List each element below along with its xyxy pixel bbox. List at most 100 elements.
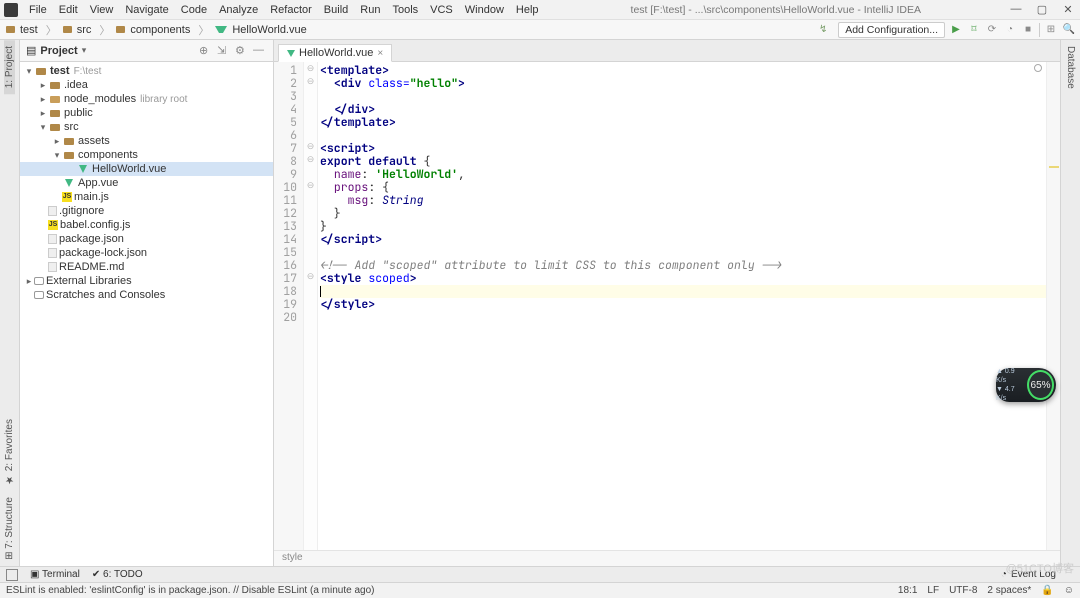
maximize-button[interactable]: ▢ xyxy=(1034,3,1050,16)
tool-project-tab[interactable]: 1: Project xyxy=(4,40,15,94)
menu-code[interactable]: Code xyxy=(176,3,212,17)
tool-favorites-tab[interactable]: ★ 2: Favorites xyxy=(4,413,15,491)
inspection-eye-icon[interactable] xyxy=(1034,64,1042,72)
code-line[interactable] xyxy=(320,285,1046,298)
layout-icon[interactable]: ⊞ xyxy=(1044,23,1058,37)
menu-run[interactable]: Run xyxy=(355,3,385,17)
expand-chevron-icon[interactable]: ▸ xyxy=(24,276,34,287)
tree-item[interactable]: ▸node_moduleslibrary root xyxy=(20,92,273,106)
breadcrumb-item[interactable]: components xyxy=(114,24,194,36)
project-tree[interactable]: ▾testF:\test▸.idea▸node_moduleslibrary r… xyxy=(20,62,273,566)
indent-settings[interactable]: 2 spaces* xyxy=(987,585,1031,596)
project-view-dropdown[interactable]: ▾ xyxy=(82,45,87,56)
code-line[interactable] xyxy=(320,90,1046,103)
breadcrumb-item[interactable]: test xyxy=(4,24,42,36)
expand-chevron-icon[interactable]: ▸ xyxy=(38,94,48,105)
status-icon[interactable] xyxy=(6,569,18,581)
breadcrumb-item[interactable]: HelloWorld.vue xyxy=(213,24,310,36)
expand-chevron-icon[interactable]: ▸ xyxy=(38,108,48,119)
tree-item[interactable]: ▸public xyxy=(20,106,273,120)
menu-help[interactable]: Help xyxy=(511,3,544,17)
tool-terminal-tab[interactable]: ▣ Terminal xyxy=(30,569,80,580)
hector-icon[interactable]: ☺ xyxy=(1064,585,1074,596)
menu-analyze[interactable]: Analyze xyxy=(214,3,263,17)
tool-database-tab[interactable]: Database xyxy=(1065,40,1076,95)
menu-window[interactable]: Window xyxy=(460,3,509,17)
line-separator[interactable]: LF xyxy=(927,585,939,596)
run-config-dropdown[interactable]: Add Configuration... xyxy=(838,22,945,38)
tree-item[interactable]: ▾src xyxy=(20,120,273,134)
tree-item[interactable]: Scratches and Consoles xyxy=(20,288,273,302)
tree-item[interactable]: JSbabel.config.js xyxy=(20,218,273,232)
expand-chevron-icon[interactable]: ▾ xyxy=(52,150,62,161)
tree-item[interactable]: ▾components xyxy=(20,148,273,162)
code-line[interactable]: </template> xyxy=(320,116,1046,129)
debug-icon[interactable]: ⌑ xyxy=(967,23,981,37)
tree-item[interactable]: HelloWorld.vue xyxy=(20,162,273,176)
network-monitor-widget[interactable]: ▲ 0.9 K/s ▼ 4.7 K/s 65% xyxy=(996,368,1056,402)
menu-vcs[interactable]: VCS xyxy=(425,3,458,17)
tree-item[interactable]: README.md xyxy=(20,260,273,274)
code-editor[interactable]: 1234567891011121314151617181920 ⊖⊖⊖⊖⊖⊖ <… xyxy=(274,62,1060,550)
code-line[interactable]: <div class="hello"> xyxy=(320,77,1046,90)
editor-tab[interactable]: HelloWorld.vue × xyxy=(278,44,392,62)
hide-panel-icon[interactable]: — xyxy=(253,44,267,58)
close-button[interactable]: ✕ xyxy=(1060,3,1076,16)
menu-build[interactable]: Build xyxy=(319,3,353,17)
code-line[interactable]: </div> xyxy=(320,103,1046,116)
stop-icon[interactable]: ■ xyxy=(1021,23,1035,37)
caret-position[interactable]: 18:1 xyxy=(898,585,917,596)
menu-view[interactable]: View xyxy=(85,3,119,17)
tree-item[interactable]: .gitignore xyxy=(20,204,273,218)
expand-chevron-icon[interactable]: ▸ xyxy=(52,136,62,147)
run-icon[interactable]: ▶ xyxy=(949,23,963,37)
event-log-tab[interactable]: Event Log xyxy=(1011,569,1056,580)
tool-todo-tab[interactable]: ✔ 6: TODO xyxy=(92,569,143,580)
profile-icon[interactable]: ◔ xyxy=(1003,23,1017,37)
code-line[interactable]: </script> xyxy=(320,233,1046,246)
file-encoding[interactable]: UTF-8 xyxy=(949,585,977,596)
warning-marker[interactable] xyxy=(1049,166,1059,168)
settings-gear-icon[interactable]: ⚙ xyxy=(235,44,249,58)
tree-item[interactable]: package.json xyxy=(20,232,273,246)
lock-icon[interactable]: 🔒 xyxy=(1041,585,1053,596)
code-line[interactable]: </style> xyxy=(320,298,1046,311)
editor-breadcrumb[interactable]: style xyxy=(274,550,1060,566)
tree-item[interactable]: ▸.idea xyxy=(20,78,273,92)
tree-item[interactable]: App.vue xyxy=(20,176,273,190)
expand-chevron-icon[interactable]: ▾ xyxy=(24,66,34,77)
code-line[interactable]: name: 'HelloWorld', xyxy=(320,168,1046,181)
code-line[interactable]: } xyxy=(320,220,1046,233)
tree-item[interactable]: ▸assets xyxy=(20,134,273,148)
code-line[interactable]: } xyxy=(320,207,1046,220)
tree-item[interactable]: JSmain.js xyxy=(20,190,273,204)
code-line[interactable] xyxy=(320,129,1046,142)
code-line[interactable]: msg: String xyxy=(320,194,1046,207)
minimize-button[interactable]: — xyxy=(1008,3,1024,16)
tree-item[interactable]: ▸External Libraries xyxy=(20,274,273,288)
expand-chevron-icon[interactable]: ▾ xyxy=(38,122,48,133)
tool-structure-tab[interactable]: ⊞ 7: Structure xyxy=(4,491,15,566)
code-content[interactable]: <template> <div class="hello"> </div></t… xyxy=(318,62,1046,550)
editor-markers-rail[interactable] xyxy=(1046,62,1060,550)
menu-edit[interactable]: Edit xyxy=(54,3,83,17)
locate-in-tree-icon[interactable]: ⊕ xyxy=(199,44,213,58)
code-line[interactable] xyxy=(320,311,1046,324)
tree-item[interactable]: ▾testF:\test xyxy=(20,64,273,78)
event-log-icon[interactable]: ◔ xyxy=(1001,569,1007,580)
code-line[interactable]: <!-- Add "scoped" attribute to limit CSS… xyxy=(320,259,1046,272)
code-line[interactable]: <style scoped> xyxy=(320,272,1046,285)
search-everywhere-icon[interactable]: 🔍 xyxy=(1062,23,1076,37)
menu-navigate[interactable]: Navigate xyxy=(120,3,173,17)
breadcrumb-item[interactable]: src xyxy=(61,24,96,36)
code-line[interactable]: props: { xyxy=(320,181,1046,194)
collapse-all-icon[interactable]: ⇲ xyxy=(217,44,231,58)
tree-item[interactable]: package-lock.json xyxy=(20,246,273,260)
build-icon[interactable]: ↯ xyxy=(816,23,830,37)
tab-close-icon[interactable]: × xyxy=(377,48,383,59)
fold-column[interactable]: ⊖⊖⊖⊖⊖⊖ xyxy=(304,62,318,550)
coverage-icon[interactable]: ⟳ xyxy=(985,23,999,37)
menu-tools[interactable]: Tools xyxy=(387,3,423,17)
menu-file[interactable]: File xyxy=(24,3,52,17)
menu-refactor[interactable]: Refactor xyxy=(265,3,317,17)
